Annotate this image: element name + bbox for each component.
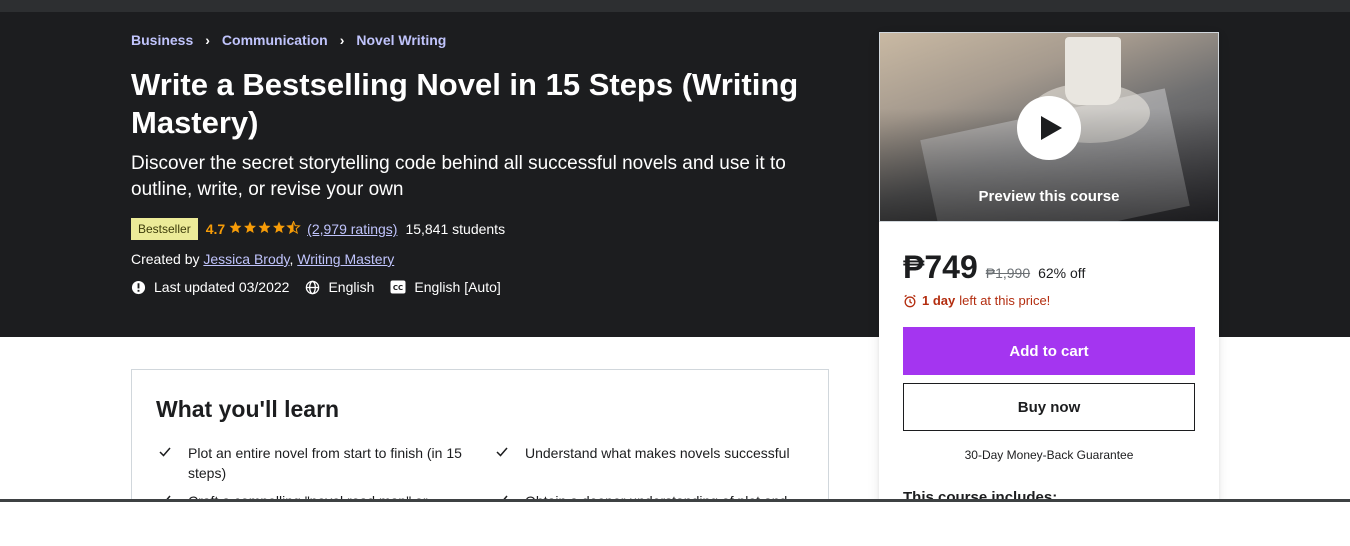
instructor-separator: , <box>289 251 294 267</box>
star-icon <box>244 221 257 233</box>
ratings-count-link[interactable]: (2,979 ratings) <box>307 221 397 237</box>
play-triangle <box>1041 116 1062 140</box>
breadcrumb-novel-writing[interactable]: Novel Writing <box>356 32 446 48</box>
discount-percent: 62% off <box>1038 265 1086 281</box>
breadcrumb-communication[interactable]: Communication <box>222 32 328 48</box>
money-back-guarantee: 30-Day Money-Back Guarantee <box>964 448 1134 462</box>
rating-value: 4.7 <box>205 221 226 237</box>
created-by-row: Created by Jessica Brody, Writing Master… <box>131 251 394 267</box>
course-title: Write a Bestselling Novel in 15 Steps (W… <box>131 67 799 140</box>
course-subtitle: Discover the secret storytelling code be… <box>131 153 786 200</box>
learn-item: Understand what makes novels successful <box>495 443 805 464</box>
star-icon <box>258 221 271 233</box>
stars-svg <box>229 220 301 235</box>
course-captions: CC English [Auto] <box>390 279 501 295</box>
star-icon <box>229 221 242 233</box>
chevron-right-icon: › <box>205 32 210 48</box>
course-language: English <box>305 279 374 295</box>
last-updated-text: Last updated 03/2022 <box>154 279 290 295</box>
created-by-label: Created by <box>131 251 200 267</box>
alarm-clock-icon <box>904 294 916 307</box>
alert-badge-icon <box>131 280 146 294</box>
last-updated: Last updated 03/2022 <box>131 279 289 295</box>
instructor-link-writing-mastery[interactable]: Writing Mastery <box>297 251 394 267</box>
learn-item-text: Understand what makes novels successful <box>525 445 790 461</box>
learn-item: Plot an entire novel from start to finis… <box>158 443 468 483</box>
globe-icon <box>306 280 320 294</box>
closed-captions-icon: CC <box>390 280 406 294</box>
price-row: ₱749 ₱1,990 62% off <box>903 249 1085 286</box>
breadcrumb-business[interactable]: Business <box>131 32 193 48</box>
star-icon <box>273 221 286 233</box>
price-timer: 1 day left at this price! <box>903 293 1050 308</box>
what-you-learn-title: What you'll learn <box>156 396 340 422</box>
star-rating-icon <box>229 220 301 237</box>
purchase-sidebar: Preview this course ₱749 ₱1,990 62% off … <box>879 32 1219 507</box>
learn-item-text: Plot an entire novel from start to finis… <box>188 445 462 481</box>
viewport-bottom-blank <box>0 502 1350 546</box>
students-count: 15,841 students <box>405 221 506 237</box>
captions-text: English [Auto] <box>414 279 501 295</box>
original-price: ₱1,990 <box>985 265 1031 281</box>
language-text: English <box>328 279 375 295</box>
chevron-right-icon: › <box>339 32 345 48</box>
preview-label: Preview this course <box>978 188 1120 205</box>
check-icon <box>495 443 511 464</box>
bestseller-badge: Bestseller <box>131 218 198 240</box>
add-to-cart-button[interactable]: Add to cart <box>903 327 1195 375</box>
check-icon <box>158 443 174 483</box>
breadcrumb: Business › Communication › Novel Writing <box>131 32 446 48</box>
course-meta-row: Last updated 03/2022 English CC English … <box>131 279 517 295</box>
svg-text:CC: CC <box>393 284 403 292</box>
play-icon[interactable] <box>1017 96 1081 160</box>
rating-row: Bestseller 4.7 (2,979 ratings) 15,841 st… <box>131 218 505 240</box>
course-preview-video[interactable]: Preview this course <box>879 32 1219 222</box>
current-price: ₱749 <box>903 249 978 285</box>
top-strip <box>0 0 1350 12</box>
timer-days: 1 day <box>922 293 956 308</box>
instructor-link-jessica-brody[interactable]: Jessica Brody <box>203 251 289 267</box>
timer-text: left at this price! <box>959 293 1051 308</box>
buy-now-button[interactable]: Buy now <box>903 383 1195 431</box>
